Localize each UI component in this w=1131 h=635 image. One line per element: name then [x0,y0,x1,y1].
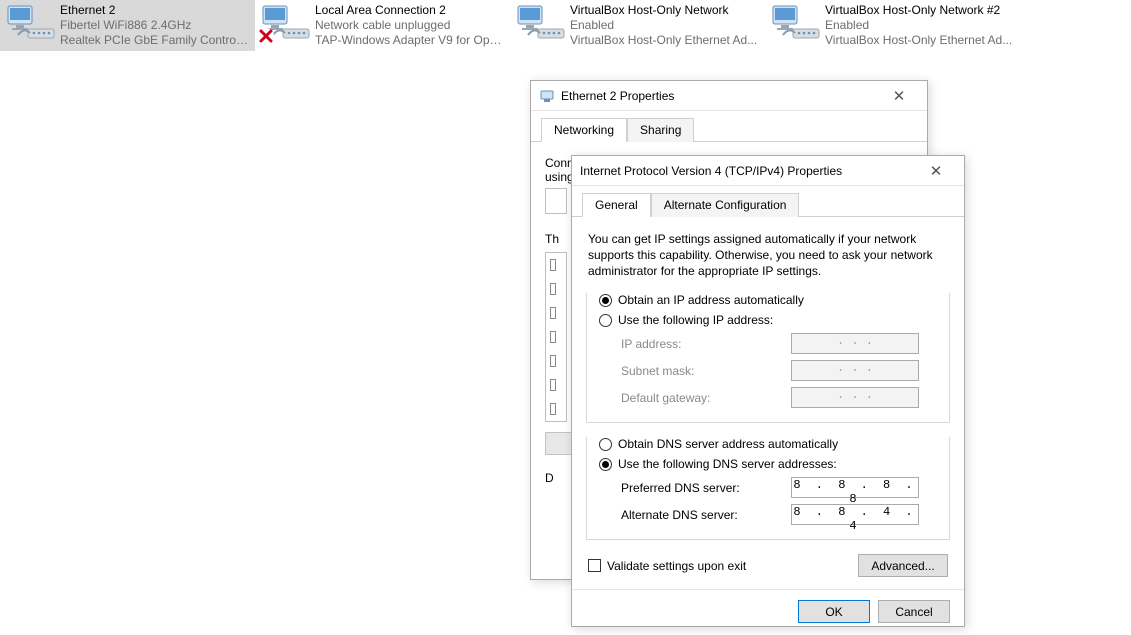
adapter-list: Ethernet 2 Fibertel WiFi886 2.4GHz Realt… [0,0,1131,51]
default-gateway-input: . . . [791,387,919,408]
tab-sharing[interactable]: Sharing [627,118,694,142]
ethernet-icon [539,88,555,104]
dns-group: Obtain DNS server address automatically … [586,437,950,540]
cancel-button[interactable]: Cancel [878,600,950,623]
adapter-ethernet-2[interactable]: Ethernet 2 Fibertel WiFi886 2.4GHz Realt… [0,0,255,51]
tab-general[interactable]: General [582,193,651,217]
dialog-button-row: OK Cancel [572,589,964,635]
adapter-status: Enabled [825,18,1012,33]
this-connection-uses-label: Th [545,232,567,246]
titlebar[interactable]: Ethernet 2 Properties ✕ [531,81,927,111]
adapter-device: VirtualBox Host-Only Ethernet Ad... [825,33,1012,48]
radio-label: Obtain DNS server address automatically [618,437,838,451]
preferred-dns-input[interactable]: 8 . 8 . 8 . 8 [791,477,919,498]
description-label: D [545,471,567,485]
validate-settings-checkbox[interactable]: Validate settings upon exit [588,559,746,573]
radio-ip-manual[interactable]: Use the following IP address: [599,313,935,327]
tab-networking[interactable]: Networking [541,118,627,142]
unplugged-x-icon [257,27,275,45]
checkbox-icon [588,559,601,572]
titlebar[interactable]: Internet Protocol Version 4 (TCP/IPv4) P… [572,156,964,186]
advanced-button[interactable]: Advanced... [858,554,948,577]
dialog-title: Internet Protocol Version 4 (TCP/IPv4) P… [580,164,916,178]
adapter-status: Network cable unplugged [315,18,504,33]
adapter-name: VirtualBox Host-Only Network [570,3,757,18]
help-text: You can get IP settings assigned automat… [588,231,948,279]
network-adapter-icon [514,3,570,43]
dialog-title: Ethernet 2 Properties [561,89,879,103]
alternate-dns-input[interactable]: 8 . 8 . 4 . 4 [791,504,919,525]
adapter-name: Ethernet 2 [60,3,249,18]
alternate-dns-field: Alternate DNS server: 8 . 8 . 4 . 4 [621,504,935,525]
network-adapter-icon [769,3,825,43]
adapter-select[interactable] [545,188,567,214]
ip-address-field: IP address: . . . [621,333,935,354]
network-adapter-icon [4,3,60,43]
adapter-vbox-1[interactable]: VirtualBox Host-Only Network Enabled Vir… [510,0,765,51]
checkbox-label: Validate settings upon exit [607,559,746,573]
radio-label: Use the following DNS server addresses: [618,457,837,471]
adapter-name: VirtualBox Host-Only Network #2 [825,3,1012,18]
connect-using-label: Connect using: [545,156,567,184]
subnet-mask-input: . . . [791,360,919,381]
adapter-status: Fibertel WiFi886 2.4GHz [60,18,249,33]
radio-icon [599,314,612,327]
protocol-list[interactable] [545,252,567,422]
radio-icon [599,438,612,451]
adapter-device: Realtek PCIe GbE Family Controll... [60,33,249,48]
default-gateway-field: Default gateway: . . . [621,387,935,408]
ip-address-group: Obtain an IP address automatically Use t… [586,293,950,423]
adapter-device: TAP-Windows Adapter V9 for Ope... [315,33,504,48]
close-icon[interactable]: ✕ [879,87,919,105]
ip-address-input: . . . [791,333,919,354]
radio-dns-manual[interactable]: Use the following DNS server addresses: [599,457,935,471]
close-icon[interactable]: ✕ [916,162,956,180]
ok-button[interactable]: OK [798,600,870,623]
radio-label: Use the following IP address: [618,313,773,327]
radio-label: Obtain an IP address automatically [618,293,804,307]
tabstrip: Networking Sharing [531,111,927,142]
radio-ip-auto[interactable]: Obtain an IP address automatically [599,293,935,307]
preferred-dns-field: Preferred DNS server: 8 . 8 . 8 . 8 [621,477,935,498]
adapter-status: Enabled [570,18,757,33]
network-adapter-icon [259,3,315,43]
radio-icon [599,458,612,471]
adapter-name: Local Area Connection 2 [315,3,504,18]
adapter-lan-2[interactable]: Local Area Connection 2 Network cable un… [255,0,510,51]
ipv4-properties-dialog: Internet Protocol Version 4 (TCP/IPv4) P… [571,155,965,627]
adapter-device: VirtualBox Host-Only Ethernet Ad... [570,33,757,48]
tab-alternate-configuration[interactable]: Alternate Configuration [651,193,800,217]
tabstrip: General Alternate Configuration [572,186,964,217]
adapter-vbox-2[interactable]: VirtualBox Host-Only Network #2 Enabled … [765,0,1020,51]
subnet-mask-field: Subnet mask: . . . [621,360,935,381]
radio-dns-auto[interactable]: Obtain DNS server address automatically [599,437,935,451]
radio-icon [599,294,612,307]
